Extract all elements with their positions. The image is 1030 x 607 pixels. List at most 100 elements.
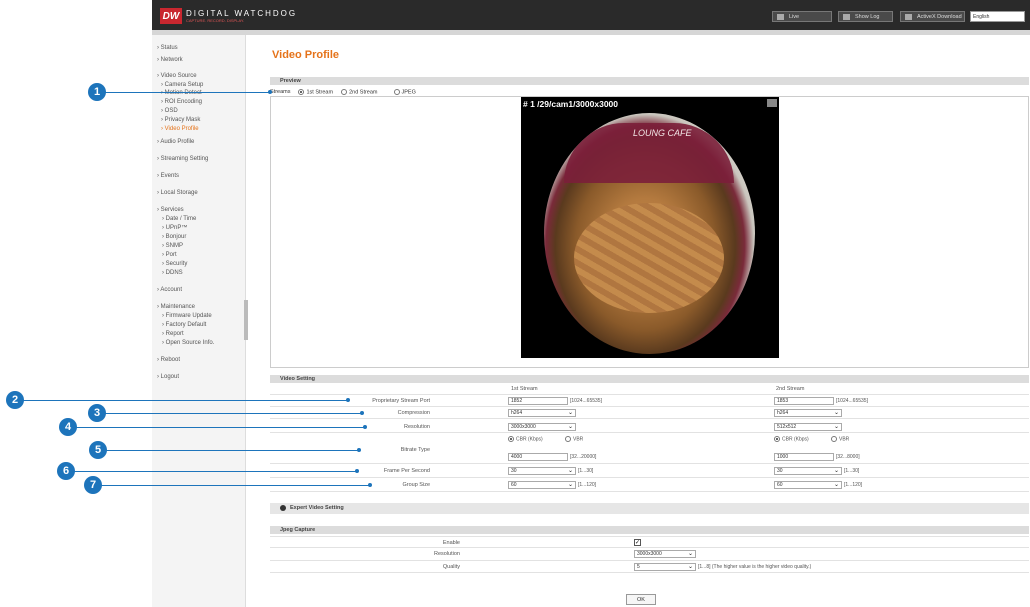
chevron-down-icon: ⌄	[833, 468, 839, 474]
sidebar-scrollbar[interactable]	[244, 300, 248, 340]
sidebar-item-factory-default[interactable]: › Factory Default	[162, 322, 206, 328]
callout-line-6	[73, 471, 357, 472]
logo: DW DIGITAL WATCHDOG CAPTURE. RECORD. DIS…	[160, 6, 297, 26]
chevron-down-icon: ⌄	[567, 424, 573, 430]
sidebar-item-video-profile[interactable]: › Video Profile	[161, 126, 199, 132]
sidebar-item-bonjour[interactable]: › Bonjour	[162, 234, 186, 240]
sidebar-item-osd[interactable]: › OSD	[161, 108, 178, 114]
sidebar-item-snmp[interactable]: › SNMP	[162, 243, 183, 249]
bitrate-2-hint: [32...8000]	[836, 454, 860, 460]
radio-2nd-stream[interactable]: 2nd Stream	[341, 89, 378, 95]
jpeg-quality-hint: [1...8] (The higher value is the higher …	[698, 564, 812, 570]
callout-badge-3: 3	[88, 404, 106, 422]
activex-download-button[interactable]: ActiveX Download	[900, 11, 965, 22]
sidebar-item-privacy-mask[interactable]: › Privacy Mask	[161, 117, 200, 123]
sidebar-item-camera-setup[interactable]: › Camera Setup	[161, 82, 203, 88]
callout-badge-5: 5	[89, 441, 107, 459]
callout-line-4	[75, 427, 365, 428]
fps-1-hint: [1...30]	[578, 468, 594, 474]
ok-button[interactable]: OK	[626, 594, 656, 605]
radio-jpeg[interactable]: JPEG	[393, 89, 416, 95]
fps-1-select[interactable]: 30 ⌄	[508, 467, 576, 475]
live-icon	[777, 13, 784, 20]
group-size-2-select[interactable]: 60 ⌄	[774, 481, 842, 489]
sidebar-item-maintenance[interactable]: › Maintenance	[157, 304, 195, 310]
fps-2-select[interactable]: 30 ⌄	[774, 467, 842, 475]
bitrate-2-cbr-radio[interactable]: CBR (Kbps)	[774, 436, 809, 442]
stream-port-1-input[interactable]: 1852	[508, 397, 568, 405]
label-jpeg-quality: Quality	[442, 564, 460, 570]
callout-line-3	[104, 413, 362, 414]
callout-dot-1	[268, 90, 272, 94]
callout-dot-6	[355, 469, 359, 473]
chevron-down-icon: ⌄	[833, 424, 839, 430]
sidebar-item-open-source-info[interactable]: › Open Source Info.	[162, 340, 214, 346]
sidebar-item-report[interactable]: › Report	[162, 331, 184, 337]
callout-badge-6: 6	[57, 462, 75, 480]
bitrate-1-vbr-radio[interactable]: VBR	[565, 436, 583, 442]
sidebar-item-events[interactable]: › Events	[157, 173, 179, 179]
sidebar-item-upnp[interactable]: › UPnP™	[162, 225, 187, 231]
sidebar-item-security[interactable]: › Security	[162, 261, 187, 267]
compression-2-select[interactable]: h264 ⌄	[774, 409, 842, 417]
stream-port-2-input[interactable]: 1853	[774, 397, 834, 405]
sidebar: › Status › Network › Video Source › Came…	[152, 35, 246, 607]
callout-dot-2	[346, 398, 350, 402]
sidebar-item-port[interactable]: › Port	[162, 252, 177, 258]
radio-selected-icon	[774, 436, 780, 442]
expert-video-setting-toggle[interactable]: Expert Video Setting	[270, 503, 1029, 514]
sidebar-item-motion-detect[interactable]: › Motion Detect	[161, 90, 202, 96]
jpeg-quality-select[interactable]: 5 ⌄	[634, 563, 696, 571]
callout-dot-4	[363, 425, 367, 429]
page-title: Video Profile	[272, 49, 340, 61]
sidebar-item-account[interactable]: › Account	[157, 287, 182, 293]
resolution-1-select[interactable]: 3000x3000 ⌄	[508, 423, 576, 431]
video-corner-icon[interactable]	[767, 99, 777, 107]
sidebar-item-date-time[interactable]: › Date / Time	[162, 216, 196, 222]
logo-mark: DW	[160, 8, 182, 24]
sidebar-item-streaming-setting[interactable]: › Streaming Setting	[157, 156, 208, 162]
radio-icon	[393, 89, 400, 95]
sidebar-item-logout[interactable]: › Logout	[157, 374, 179, 380]
sidebar-item-network[interactable]: › Network	[157, 57, 183, 63]
sidebar-item-status[interactable]: › Status	[157, 45, 178, 51]
chevron-down-icon: ⌄	[833, 482, 839, 488]
preview-section-header: Preview	[270, 77, 1029, 85]
sidebar-item-local-storage[interactable]: › Local Storage	[157, 190, 198, 196]
jpeg-enable-checkbox[interactable]: ✓	[634, 539, 641, 546]
sidebar-item-video-source[interactable]: › Video Source	[157, 73, 197, 79]
sidebar-item-roi-encoding[interactable]: › ROI Encoding	[161, 99, 202, 105]
bitrate-1-input[interactable]: 4000	[508, 453, 568, 461]
callout-line-5	[105, 450, 359, 451]
callout-badge-1: 1	[88, 83, 106, 101]
language-select[interactable]: English	[970, 11, 1025, 22]
sidebar-item-audio-profile[interactable]: › Audio Profile	[157, 139, 194, 145]
logo-text: DIGITAL WATCHDOG	[186, 8, 298, 18]
group-size-1-select[interactable]: 60 ⌄	[508, 481, 576, 489]
chevron-down-icon: ⌄	[567, 410, 573, 416]
sidebar-item-reboot[interactable]: › Reboot	[157, 357, 180, 363]
stream-port-2-hint: [1024...65535]	[836, 398, 868, 404]
chevron-down-icon: ⌄	[567, 482, 573, 488]
bitrate-2-input[interactable]: 1000	[774, 453, 834, 461]
sidebar-item-ddns[interactable]: › DDNS	[162, 270, 183, 276]
radio-selected-icon	[508, 436, 514, 442]
jpeg-resolution-select[interactable]: 3000x3000 ⌄	[634, 550, 696, 558]
radio-icon	[341, 89, 348, 95]
callout-dot-7	[368, 483, 372, 487]
live-button[interactable]: Live	[772, 11, 832, 22]
callout-line-2	[22, 400, 348, 401]
compression-1-select[interactable]: h264 ⌄	[508, 409, 576, 417]
show-log-button[interactable]: Show Log	[838, 11, 893, 22]
chevron-down-icon: ⌄	[567, 468, 573, 474]
resolution-2-select[interactable]: 512x512 ⌄	[774, 423, 842, 431]
radio-icon	[565, 436, 571, 442]
bitrate-1-cbr-radio[interactable]: CBR (Kbps)	[508, 436, 543, 442]
cafe-sign-text: LOUNG CAFE	[633, 128, 692, 138]
chevron-down-icon: ⌄	[687, 551, 693, 557]
label-jpeg-enable: Enable	[442, 540, 460, 546]
sidebar-item-services[interactable]: › Services	[157, 207, 184, 213]
radio-1st-stream[interactable]: 1st Stream	[298, 89, 333, 95]
sidebar-item-firmware-update[interactable]: › Firmware Update	[162, 313, 212, 319]
bitrate-2-vbr-radio[interactable]: VBR	[831, 436, 849, 442]
